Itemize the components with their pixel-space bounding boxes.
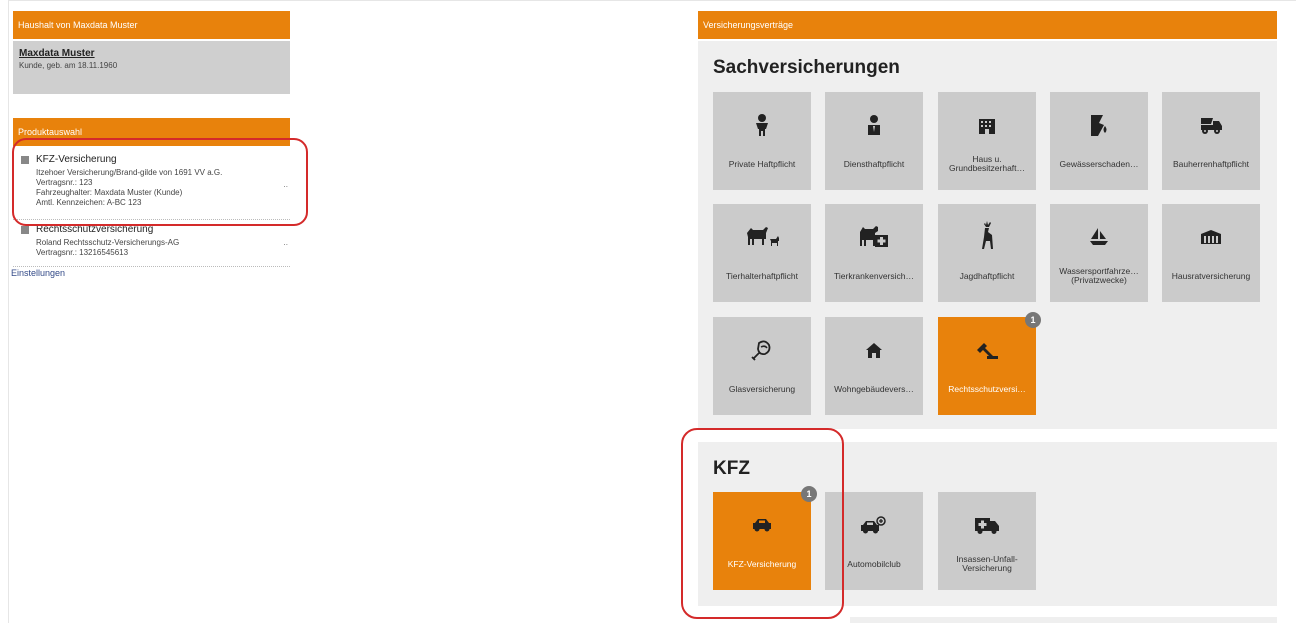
person-icon — [713, 114, 811, 136]
furniture-icon — [1162, 226, 1260, 248]
tile-wassersportfahrzeuge[interactable]: Wassersportfahrze… (Privatzwecke) — [1050, 204, 1148, 302]
sailboat-icon — [1050, 226, 1148, 248]
tile-label: Diensthaftpflicht — [843, 158, 905, 169]
construction-truck-icon — [1162, 114, 1260, 136]
product-insurer: Roland Rechtsschutz-Versicherungs-AG — [36, 238, 180, 247]
customer-subtitle: Kunde, geb. am 18.11.1960 — [19, 61, 118, 70]
tile-diensthaftpflicht[interactable]: Diensthaftpflicht — [825, 92, 923, 190]
tile-label: Tierhalterhaftpflicht — [726, 270, 798, 281]
water-damage-icon — [1050, 114, 1148, 136]
tile-private-haftpflicht[interactable]: Private Haftpflicht — [713, 92, 811, 190]
tile-rechtsschutzversicherung[interactable]: Rechtsschutzversi… — [938, 317, 1036, 415]
tile-tierkrankenversicherung[interactable]: Tierkrankenversich… — [825, 204, 923, 302]
tile-label: Private Haftpflicht — [728, 158, 796, 169]
tile-label: Haus u. Grundbesitzerhaft… — [948, 154, 1026, 173]
product-contract-number: Vertragsnr.: 13216545613 — [36, 248, 129, 257]
horse-dog-icon — [713, 226, 811, 248]
tile-label: Hausratversicherung — [1171, 270, 1251, 281]
home-icon — [825, 339, 923, 361]
employee-icon — [825, 114, 923, 136]
highlight-annotation — [681, 428, 844, 619]
next-section-edge — [850, 617, 1277, 623]
broken-glass-icon — [713, 339, 811, 361]
customer-card: Maxdata Muster Kunde, geb. am 18.11.1960 — [13, 41, 290, 94]
tile-glasversicherung[interactable]: Glasversicherung — [713, 317, 811, 415]
notification-badge: 1 — [1025, 312, 1041, 328]
tile-tierhalterhaftpflicht[interactable]: Tierhalterhaftpflicht — [713, 204, 811, 302]
highlight-annotation — [12, 138, 308, 226]
tile-label: Wassersportfahrze… (Privatzwecke) — [1059, 266, 1139, 285]
tile-bauherrenhaftpflicht[interactable]: Bauherrenhaftpflicht — [1162, 92, 1260, 190]
square-bullet-icon — [21, 225, 29, 234]
section-sachversicherungen: Sachversicherungen Private Haftpflicht D… — [698, 41, 1277, 429]
tile-label: Wohngebäudevers… — [834, 383, 914, 394]
tile-label: Rechtsschutzversi… — [948, 383, 1026, 394]
contracts-header: Versicherungsverträge — [698, 11, 1277, 39]
tile-label: Gewässerschaden… — [1059, 158, 1139, 169]
tile-label: Bauherrenhaftpflicht — [1172, 158, 1250, 169]
frame-left-border — [8, 0, 9, 623]
tile-jagdhaftpflicht[interactable]: Jagdhaftpflicht — [938, 204, 1036, 302]
pet-medical-icon — [825, 226, 923, 248]
product-divider — [13, 266, 290, 267]
settings-link[interactable]: Einstellungen — [11, 268, 65, 278]
deer-icon — [938, 220, 1036, 250]
frame-top-border — [8, 0, 1296, 1]
tile-label: Tierkrankenversich… — [834, 270, 914, 281]
tile-hausratversicherung[interactable]: Hausratversicherung — [1162, 204, 1260, 302]
gavel-icon — [938, 339, 1036, 361]
tile-label: Insassen-Unfall-Versicherung — [956, 554, 1018, 573]
building-icon — [938, 114, 1036, 136]
product-more-button[interactable]: .. — [284, 238, 288, 247]
tile-gewaesserschaden[interactable]: Gewässerschaden… — [1050, 92, 1148, 190]
ambulance-icon — [938, 514, 1036, 536]
customer-name-link[interactable]: Maxdata Muster — [19, 48, 284, 59]
tile-haus-grundbesitzer[interactable]: Haus u. Grundbesitzerhaft… — [938, 92, 1036, 190]
tile-label: Jagdhaftpflicht — [959, 270, 1015, 281]
household-header: Haushalt von Maxdata Muster — [13, 11, 290, 39]
tile-insassen-unfall[interactable]: Insassen-Unfall-Versicherung — [938, 492, 1036, 590]
section-title: Sachversicherungen — [713, 57, 900, 78]
tile-label: Glasversicherung — [728, 383, 796, 394]
tile-wohngebaeudeversicherung[interactable]: Wohngebäudevers… — [825, 317, 923, 415]
product-item-rechtsschutz[interactable]: Rechtsschutzversicherung Roland Rechtssc… — [13, 224, 290, 264]
